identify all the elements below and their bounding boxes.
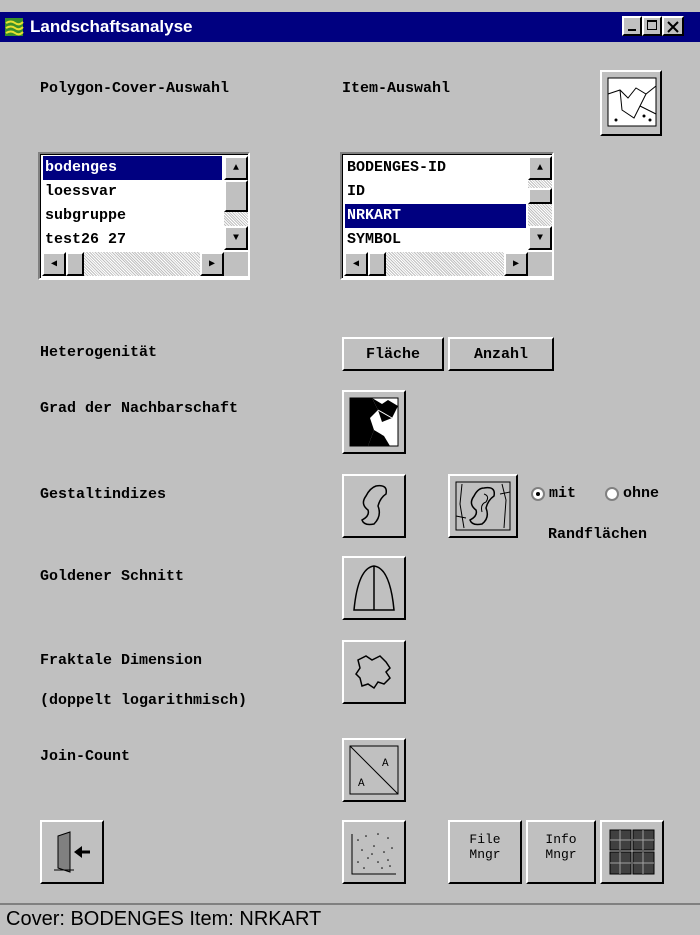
minimize-button[interactable] xyxy=(622,16,642,36)
gestaltindizes-label: Gestaltindizes xyxy=(40,486,167,503)
item-auswahl-label: Item-Auswahl xyxy=(342,80,451,97)
status-bar: Cover: BODENGES Item: NRKART xyxy=(0,903,700,935)
scroll-left-icon[interactable]: ◀ xyxy=(344,252,368,276)
minimize-icon xyxy=(628,29,636,31)
fraktale-dimension-button[interactable] xyxy=(342,640,406,704)
info-manager-button[interactable]: Info Mngr xyxy=(526,820,596,884)
svg-text:A: A xyxy=(358,778,365,790)
point-pattern-icon xyxy=(351,833,396,875)
scroll-up-icon[interactable]: ▲ xyxy=(528,156,552,180)
item-list-item[interactable]: NRKART xyxy=(345,204,526,228)
anzahl-button[interactable]: Anzahl xyxy=(448,337,554,371)
ohne-radio[interactable] xyxy=(605,487,619,501)
svg-text:A: A xyxy=(382,758,389,770)
join-count-icon: A A xyxy=(349,745,399,795)
polygon-cover-label: Polygon-Cover-Auswahl xyxy=(40,80,230,97)
fraktale-dimension-sublabel: (doppelt logarithmisch) xyxy=(40,692,248,709)
info-manager-label: Info Mngr xyxy=(545,832,577,862)
scroll-thumb[interactable] xyxy=(224,180,248,212)
scroll-down-icon[interactable]: ▼ xyxy=(528,226,552,250)
scroll-left-icon[interactable]: ◀ xyxy=(42,252,66,276)
grid-view-button[interactable] xyxy=(600,820,664,884)
close-icon xyxy=(667,21,679,33)
cover-list-item[interactable]: test26 27 xyxy=(43,228,222,252)
mit-radio[interactable] xyxy=(531,487,545,501)
file-manager-label: File Mngr xyxy=(469,832,501,862)
item-list-item[interactable]: ID xyxy=(345,180,526,204)
item-list-item[interactable]: BODENGES-ID xyxy=(345,156,526,180)
item-listbox[interactable]: BODENGES-ID ID NRKART SYMBOL ▲ ▼ ◀ ▶ xyxy=(340,152,554,280)
golden-section-icon xyxy=(353,565,395,611)
map-overview-button[interactable] xyxy=(600,70,662,136)
maximize-icon xyxy=(647,20,657,30)
window-title: Landschaftsanalyse xyxy=(30,17,193,36)
scroll-thumb[interactable] xyxy=(66,252,84,276)
scroll-thumb[interactable] xyxy=(368,252,386,276)
cover-vertical-scrollbar[interactable]: ▲ ▼ xyxy=(224,156,248,250)
grid-icon xyxy=(609,829,655,875)
nachbarschaft-label: Grad der Nachbarschaft xyxy=(40,400,239,417)
title-bar: Landschaftsanalyse xyxy=(0,12,700,42)
join-count-button[interactable]: A A xyxy=(342,738,406,802)
polygon-shape-icon xyxy=(361,484,388,526)
status-text: Cover: BODENGES Item: NRKART xyxy=(6,908,322,930)
close-button[interactable] xyxy=(662,16,684,36)
exit-door-icon xyxy=(54,831,90,873)
randflaechen-label: Randflächen xyxy=(548,526,648,543)
cover-list-item[interactable]: subgruppe xyxy=(43,204,222,228)
file-manager-button[interactable]: File Mngr xyxy=(448,820,522,884)
polygon-boundary-icon xyxy=(455,481,511,531)
app-icon xyxy=(5,18,24,36)
scroll-right-icon[interactable]: ▶ xyxy=(200,252,224,276)
fractal-shape-icon xyxy=(355,655,391,690)
neighborhood-map-icon xyxy=(349,397,399,447)
flaeche-button[interactable]: Fläche xyxy=(342,337,444,371)
gestaltindizes-button[interactable] xyxy=(342,474,406,538)
item-vertical-scrollbar[interactable]: ▲ ▼ xyxy=(528,156,552,250)
app-window: Landschaftsanalyse Polygon-Cover-Auswahl… xyxy=(0,0,700,935)
point-pattern-button[interactable] xyxy=(342,820,406,884)
join-count-label: Join-Count xyxy=(40,748,131,765)
heterogenitaet-label: Heterogenität xyxy=(40,344,158,361)
map-icon xyxy=(607,77,657,127)
exit-button[interactable] xyxy=(40,820,104,884)
cover-list-item[interactable]: loessvar xyxy=(43,180,222,204)
cover-horizontal-scrollbar[interactable]: ◀ ▶ xyxy=(42,252,224,276)
item-horizontal-scrollbar[interactable]: ◀ ▶ xyxy=(344,252,528,276)
scroll-up-icon[interactable]: ▲ xyxy=(224,156,248,180)
scroll-right-icon[interactable]: ▶ xyxy=(504,252,528,276)
goldener-schnitt-button[interactable] xyxy=(342,556,406,620)
item-list-item[interactable]: SYMBOL xyxy=(345,228,526,252)
scroll-thumb[interactable] xyxy=(528,188,552,204)
ohne-label: ohne xyxy=(623,485,660,502)
cover-list-item[interactable]: bodenges xyxy=(43,156,222,180)
goldener-schnitt-label: Goldener Schnitt xyxy=(40,568,185,585)
gestaltindizes-rand-button[interactable] xyxy=(448,474,518,538)
fraktale-dimension-label: Fraktale Dimension xyxy=(40,652,203,669)
cover-listbox[interactable]: bodenges loessvar subgruppe test26 27 ▲ … xyxy=(38,152,250,280)
nachbarschaft-button[interactable] xyxy=(342,390,406,454)
mit-label: mit xyxy=(549,485,577,502)
scroll-down-icon[interactable]: ▼ xyxy=(224,226,248,250)
maximize-button[interactable] xyxy=(642,16,662,36)
